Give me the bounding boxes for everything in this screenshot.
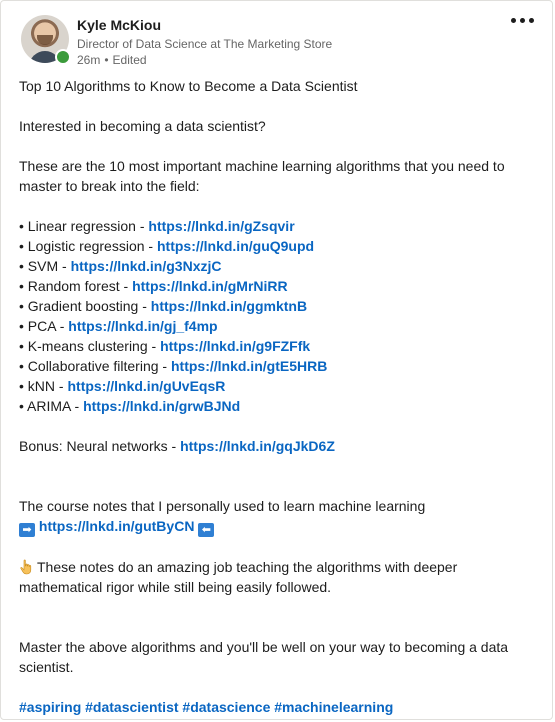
list-item: • ARIMA - https://lnkd.in/grwBJNd — [19, 398, 241, 414]
avatar-beard — [37, 35, 53, 45]
online-status-icon — [55, 49, 71, 65]
list-item: • PCA - https://lnkd.in/gj_f4mp — [19, 318, 218, 334]
meta-separator: • — [104, 53, 109, 67]
bonus-line: Bonus: Neural networks - https://lnkd.in… — [19, 438, 335, 454]
more-options-icon — [510, 17, 516, 23]
list-item: • SVM - https://lnkd.in/g3NxzjC — [19, 258, 222, 274]
hashtag-link[interactable]: #datascience — [182, 699, 270, 715]
algorithm-link[interactable]: https://lnkd.in/gUvEqsR — [67, 378, 225, 394]
algorithm-link[interactable]: https://lnkd.in/gj_f4mp — [68, 318, 217, 334]
algorithm-label: kNN — [27, 378, 56, 394]
hashtag-link[interactable]: #machinelearning — [274, 699, 393, 715]
post-intro: These are the 10 most important machine … — [19, 158, 505, 194]
algorithm-link[interactable]: https://lnkd.in/ggmktnB — [151, 298, 307, 314]
arrow-right-emoji-icon: ➡ — [19, 523, 35, 537]
list-item: • Logistic regression - https://lnkd.in/… — [19, 238, 315, 254]
course-notes-text: The course notes that I personally used … — [19, 498, 426, 514]
more-options-icon-dot — [519, 17, 525, 23]
hashtag-link[interactable]: #aspiring — [19, 699, 81, 715]
algorithm-label: Gradient boosting — [27, 298, 139, 314]
bonus-link[interactable]: https://lnkd.in/gqJkD6Z — [180, 438, 335, 454]
algorithm-link[interactable]: https://lnkd.in/g3NxzjC — [71, 258, 222, 274]
course-link[interactable]: https://lnkd.in/gutByCN — [39, 518, 195, 534]
algorithm-link[interactable]: https://lnkd.in/gtE5HRB — [171, 358, 327, 374]
author-avatar[interactable] — [21, 15, 71, 65]
algorithm-link[interactable]: https://lnkd.in/g9FZFfk — [160, 338, 310, 354]
algorithm-label: Collaborative filtering — [27, 358, 159, 374]
post-body: Top 10 Algorithms to Know to Become a Da… — [19, 76, 539, 717]
algorithm-label: SVM — [27, 258, 59, 274]
closing-text: Master the above algorithms and you'll b… — [19, 639, 509, 675]
algorithm-label: K-means clustering — [27, 338, 148, 354]
hashtag-link[interactable]: #datascientist — [85, 699, 178, 715]
author-headline: Director of Data Science at The Marketin… — [77, 37, 333, 51]
edited-label: Edited — [112, 53, 147, 67]
post-time: 26m — [77, 53, 101, 67]
algorithm-label: PCA — [27, 318, 56, 334]
author-name[interactable]: Kyle McKiou — [77, 17, 161, 33]
algorithm-link[interactable]: https://lnkd.in/guQ9upd — [157, 238, 314, 254]
hashtag-line: #aspiring #datascientist #datascience #m… — [19, 697, 539, 717]
algorithm-link[interactable]: https://lnkd.in/gZsqvir — [148, 218, 294, 234]
post-question: Interested in becoming a data scientist? — [19, 118, 266, 134]
post-title: Top 10 Algorithms to Know to Become a Da… — [19, 78, 358, 94]
more-options-button[interactable] — [508, 13, 536, 27]
list-item: • Random forest - https://lnkd.in/gMrNiR… — [19, 278, 288, 294]
algorithm-label: ARIMA — [27, 398, 71, 414]
more-options-icon-dot — [528, 17, 534, 23]
arrow-left-emoji-icon: ⬅ — [198, 523, 215, 537]
algorithm-link[interactable]: https://lnkd.in/grwBJNd — [83, 398, 240, 414]
list-item: • K-means clustering - https://lnkd.in/g… — [19, 338, 311, 354]
bonus-label: Bonus: Neural networks — [19, 438, 168, 454]
list-item: • kNN - https://lnkd.in/gUvEqsR — [19, 378, 226, 394]
algorithm-link[interactable]: https://lnkd.in/gMrNiRR — [132, 278, 288, 294]
notes-praise: These notes do an amazing job teaching t… — [19, 557, 539, 597]
pointing-hand-emoji-icon — [20, 559, 32, 575]
list-item: • Gradient boosting - https://lnkd.in/gg… — [19, 298, 308, 314]
list-item: • Collaborative filtering - https://lnkd… — [19, 358, 328, 374]
list-item: • Linear regression - https://lnkd.in/gZ… — [19, 218, 295, 234]
algorithm-label: Random forest — [27, 278, 120, 294]
algorithm-label: Linear regression — [27, 218, 136, 234]
post-meta: 26m • Edited — [77, 53, 147, 67]
course-link-line: ➡ https://lnkd.in/gutByCN ⬅ — [19, 516, 539, 537]
notes-praise-text: These notes do an amazing job teaching t… — [19, 559, 458, 595]
algorithm-label: Logistic regression — [27, 238, 145, 254]
post-card: Kyle McKiou Director of Data Science at … — [0, 0, 553, 720]
algorithm-list: • Linear regression - https://lnkd.in/gZ… — [19, 216, 539, 416]
post-header: Kyle McKiou Director of Data Science at … — [21, 15, 541, 67]
